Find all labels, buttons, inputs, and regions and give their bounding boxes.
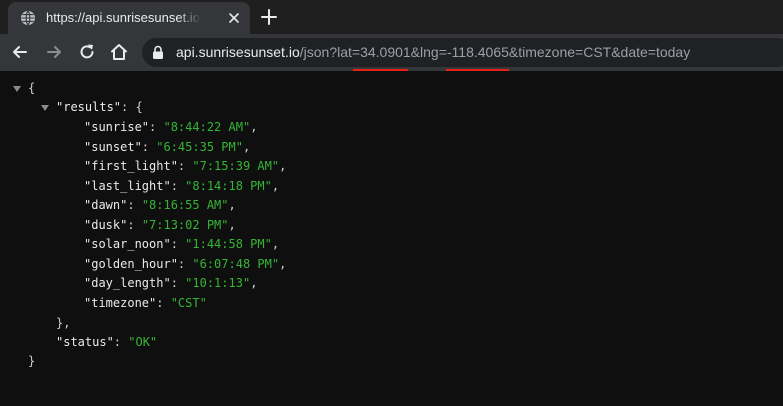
- lock-icon[interactable]: [151, 45, 165, 60]
- json-punctuation: ,: [271, 237, 280, 251]
- json-punctuation: ,: [228, 198, 236, 212]
- json-key: "first_light": [84, 159, 178, 173]
- json-value: "1:44:58 PM": [185, 237, 272, 251]
- json-key: "day_length": [84, 276, 171, 290]
- globe-icon: [21, 10, 35, 26]
- json-punctuation: :: [170, 178, 186, 193]
- json-close-brace: }: [28, 354, 36, 368]
- arrow-left-icon[interactable]: [10, 42, 30, 62]
- json-key: "sunset": [84, 139, 142, 154]
- json-value: "7:13:02 PM": [141, 217, 229, 232]
- arrow-right-icon[interactable]: [44, 42, 64, 62]
- json-key: "dawn": [84, 198, 128, 212]
- json-entry-line: "sunrise": "8:44:22 AM",: [84, 118, 257, 137]
- json-punctuation: ,: [250, 120, 258, 134]
- json-entry-line: "dawn": "8:16:55 AM",: [84, 196, 236, 215]
- json-entry-line: "solar_noon": "1:44:58 PM",: [84, 235, 279, 254]
- json-punctuation: :: [127, 217, 142, 232]
- json-punctuation: :: [156, 295, 171, 310]
- json-value: "6:45:35 PM": [156, 139, 243, 154]
- browser-tab[interactable]: https://api.sunrisesunset.io/json?lat=34…: [8, 2, 250, 34]
- address-bar[interactable]: api.sunrisesunset.io/json?lat=34.0901&ln…: [142, 38, 783, 67]
- json-punctuation: :: [149, 120, 164, 134]
- tab-strip: https://api.sunrisesunset.io/json?lat=34…: [0, 0, 783, 34]
- json-punctuation: :: [141, 139, 157, 154]
- json-key: "dusk": [84, 217, 128, 232]
- json-value: "10:1:13": [185, 276, 251, 290]
- reload-icon[interactable]: [77, 42, 97, 62]
- json-value: "8:16:55 AM": [141, 198, 229, 212]
- json-key: "last_light": [84, 178, 171, 193]
- json-value: "7:15:39 AM": [192, 159, 280, 173]
- home-icon[interactable]: [109, 42, 129, 62]
- json-key: "golden_hour": [84, 256, 178, 271]
- json-punctuation: ,: [279, 256, 287, 271]
- json-entry-line: "timezone": "CST": [84, 294, 207, 313]
- json-status-line: "status": "OK": [56, 333, 157, 352]
- json-punctuation: :: [127, 198, 142, 212]
- json-punctuation: :: [113, 335, 129, 349]
- json-results-close: },: [56, 316, 71, 330]
- json-punctuation: :: [170, 237, 186, 251]
- json-entry-line: "day_length": "10:1:13",: [84, 274, 257, 293]
- json-punctuation: :: [177, 256, 193, 271]
- collapse-triangle-icon[interactable]: [13, 85, 21, 93]
- json-punctuation: : {: [121, 100, 143, 114]
- json-entry-line: "last_light": "8:14:18 PM",: [84, 177, 279, 196]
- json-punctuation: ,: [242, 139, 251, 154]
- json-entry-line: "first_light": "7:15:39 AM",: [84, 157, 286, 176]
- address-url[interactable]: api.sunrisesunset.io/json?lat=34.0901&ln…: [176, 44, 690, 61]
- browser-toolbar: api.sunrisesunset.io/json?lat=34.0901&ln…: [0, 34, 783, 71]
- json-key: "solar_noon": [84, 237, 171, 251]
- close-icon[interactable]: [226, 10, 242, 26]
- json-value: "OK": [128, 335, 158, 349]
- json-key: "status": [56, 335, 114, 349]
- url-host: api.sunrisesunset.io: [176, 44, 300, 60]
- json-punctuation: ,: [279, 159, 287, 173]
- json-value: "8:44:22 AM": [163, 120, 251, 134]
- url-path: /json?lat=34.0901&lng=-118.4065&timezone…: [299, 44, 691, 60]
- json-entry-line: "sunset": "6:45:35 PM",: [84, 138, 250, 157]
- json-key: "results": [56, 100, 122, 114]
- json-value: "CST": [170, 295, 207, 310]
- json-punctuation: :: [170, 276, 186, 290]
- plus-icon[interactable]: [260, 8, 278, 26]
- json-key: "timezone": [84, 295, 157, 310]
- json-value: "6:07:48 PM": [192, 256, 280, 271]
- json-punctuation: ,: [228, 217, 236, 232]
- json-results-line: "results": {: [56, 98, 143, 117]
- json-viewer: { "results": { "sunrise": "8:44:22 AM", "…: [0, 71, 783, 406]
- json-key: "sunrise": [84, 120, 150, 134]
- json-punctuation: :: [177, 159, 193, 173]
- json-entry-line: "golden_hour": "6:07:48 PM",: [84, 255, 286, 274]
- json-punctuation: ,: [250, 276, 258, 290]
- collapse-triangle-icon[interactable]: [41, 104, 49, 112]
- tab-title: https://api.sunrisesunset.io/json?lat=34…: [46, 10, 201, 25]
- json-punctuation: ,: [271, 178, 280, 193]
- json-open-brace: {: [28, 81, 36, 95]
- json-value: "8:14:18 PM": [185, 178, 272, 193]
- json-entry-line: "dusk": "7:13:02 PM",: [84, 216, 236, 235]
